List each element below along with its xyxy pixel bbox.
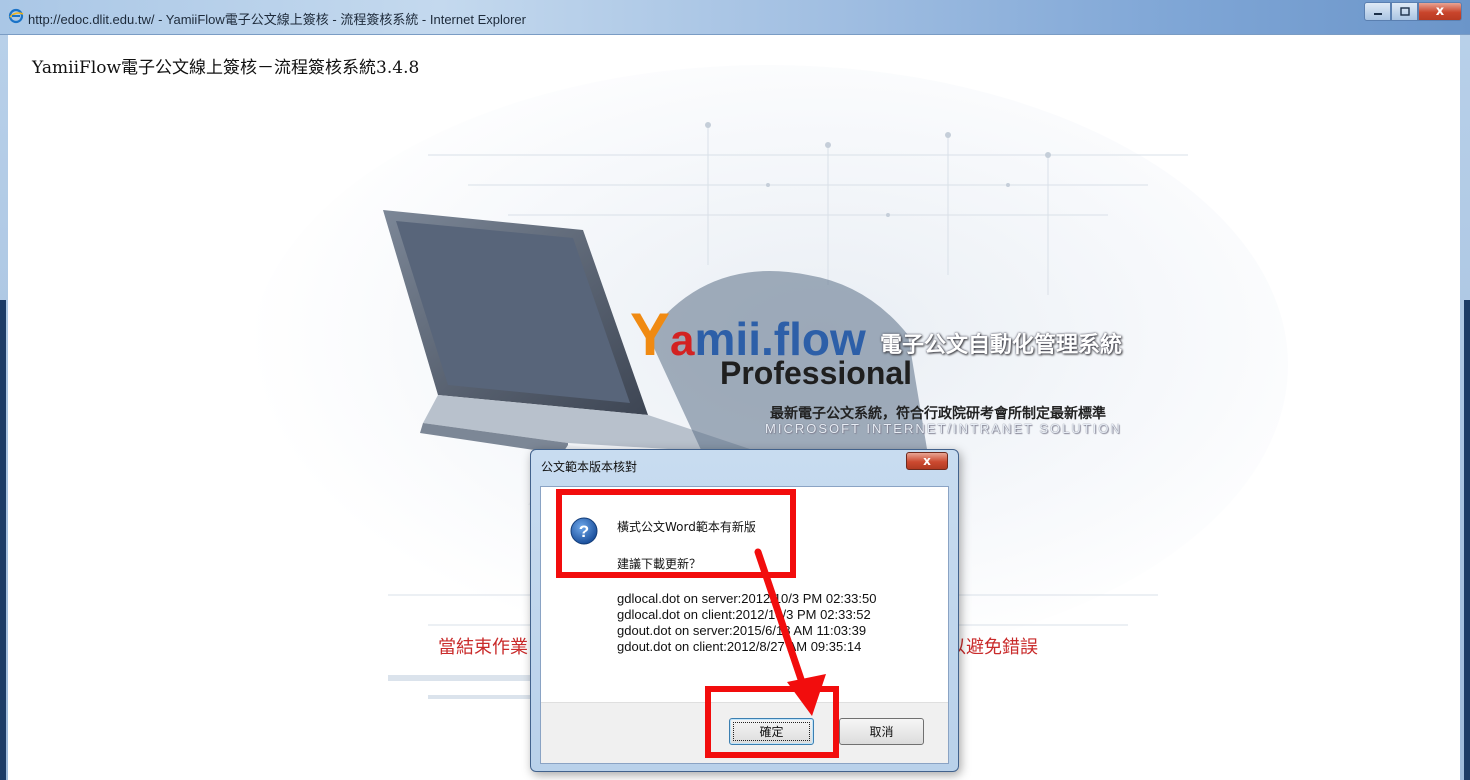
detail-line: gdout.dot on server:2015/6/18 AM 11:03:3… [617,623,867,638]
cancel-button[interactable]: 取消 [839,718,924,745]
logo-subtitle: MICROSOFT INTERNET/INTRANET SOLUTION [765,421,1122,436]
dialog-close-button[interactable]: x [906,452,948,470]
logo-a: a [670,316,695,365]
title-bar[interactable]: http://edoc.dlit.edu.tw/ - YamiiFlow電子公文… [0,0,1470,35]
close-icon: x [1435,4,1445,19]
version-details: gdlocal.dot on server:2012/10/3 PM 02:33… [617,591,876,655]
dialog-title: 公文範本版本核對 [541,460,638,474]
minimize-button[interactable] [1364,2,1391,21]
close-icon: x [923,454,931,468]
detail-line: gdlocal.dot on client:2012/10/3 PM 02:33… [617,607,871,622]
highlight-message-box [556,489,796,578]
ie-icon [8,8,24,24]
logo-professional: Professional [720,355,913,391]
yamiiflow-logo: Yamii.flow 電子公文自動化管理系統 Professional 最新電子… [620,285,1180,445]
notice-text-left: 當結束作業 [438,637,528,658]
window-close-button[interactable]: x [1418,2,1462,21]
logo-tagline: 最新電子公文系統，符合行政院研考會所制定最新標準 [770,406,1106,422]
window-edge-left [0,300,6,780]
highlight-ok-box [705,686,839,758]
cancel-button-label: 取消 [869,725,894,739]
window-edge-right [1464,300,1470,780]
window-title: http://edoc.dlit.edu.tw/ - YamiiFlow電子公文… [28,12,526,27]
notice-text-right: 以避免錯誤 [948,637,1038,658]
detail-line: gdout.dot on client:2012/8/27 AM 09:35:1… [617,639,862,654]
logo-y: Y [630,301,671,368]
detail-line: gdlocal.dot on server:2012/10/3 PM 02:33… [617,591,877,606]
page-title: YamiiFlow電子公文線上簽核－流程簽核系統3.4.8 [32,58,420,78]
minimize-icon [1373,12,1382,15]
window-controls: x [1364,2,1462,22]
logo-chinese-name: 電子公文自動化管理系統 [880,332,1123,358]
maximize-icon [1399,7,1410,16]
maximize-button[interactable] [1391,2,1418,21]
